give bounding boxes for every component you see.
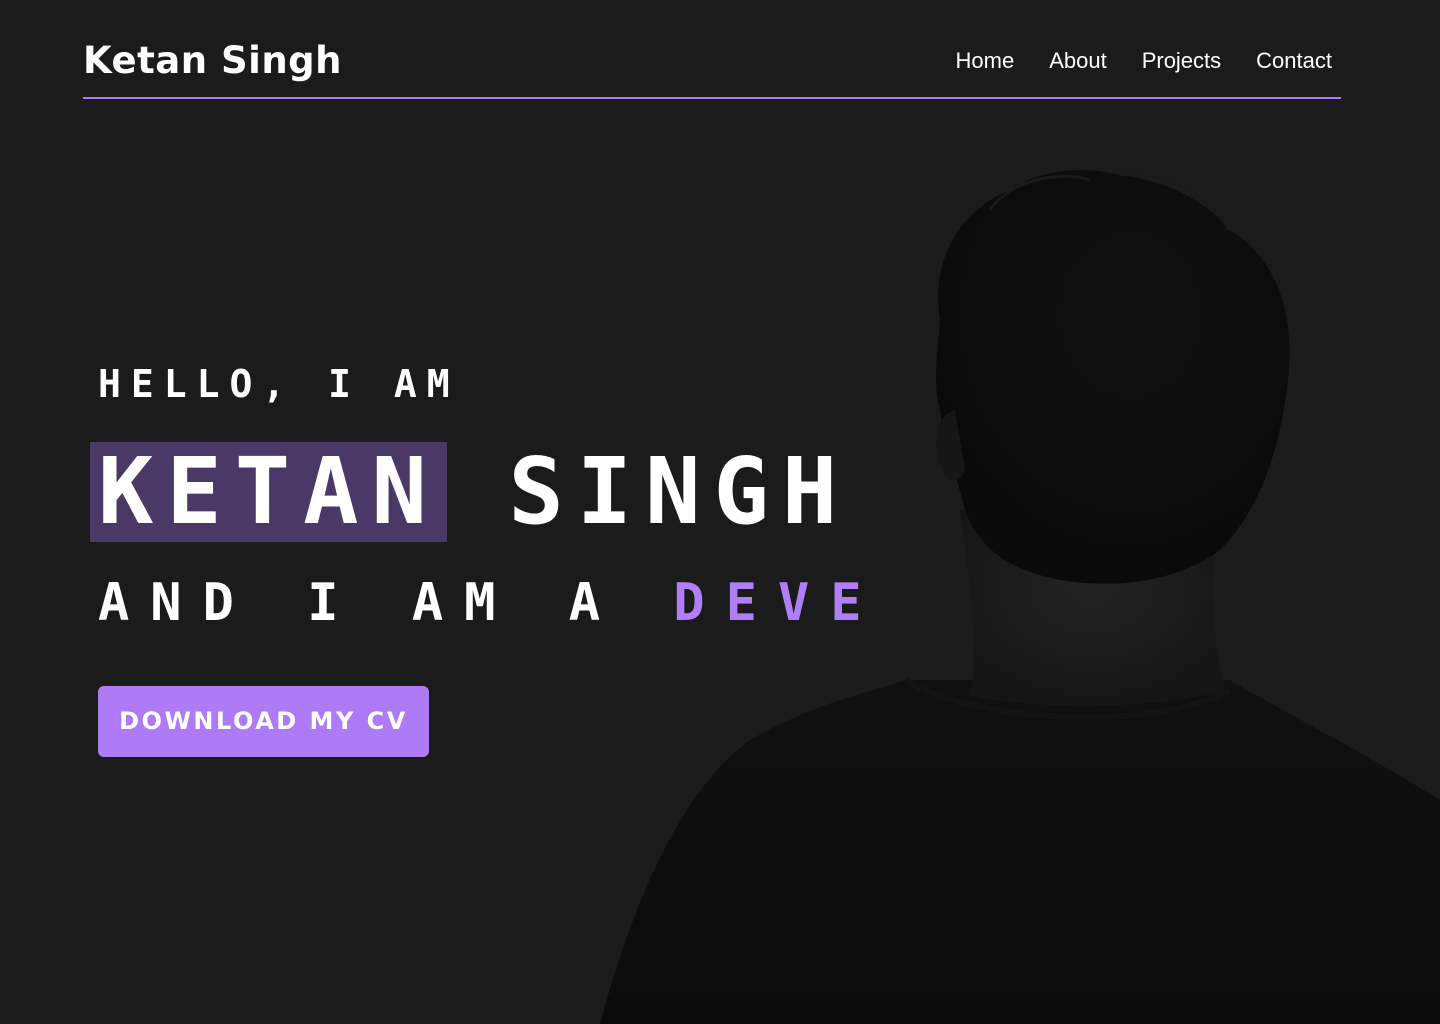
brand-logo[interactable]: Ketan Singh	[83, 38, 342, 84]
role-typed-text: DEVE	[673, 573, 883, 633]
role-prefix: AND I AM A	[98, 573, 674, 633]
name-row: KETAN SINGH	[90, 442, 883, 542]
nav-about[interactable]: About	[1049, 46, 1107, 76]
download-cv-button[interactable]: DOWNLOAD MY CV	[98, 686, 429, 757]
main-nav: Home About Projects Contact	[956, 46, 1333, 76]
hero-name: KETAN SINGH	[98, 438, 851, 545]
site-header: Ketan Singh Home About Projects Contact	[83, 0, 1341, 99]
nav-home[interactable]: Home	[956, 46, 1015, 76]
greeting-text: HELLO, I AM	[98, 362, 460, 406]
nav-projects[interactable]: Projects	[1142, 46, 1221, 76]
page: Ketan Singh Home About Projects Contact …	[0, 0, 1440, 1024]
role-line: AND I AM A DEVE	[98, 576, 883, 630]
nav-contact[interactable]: Contact	[1256, 46, 1332, 76]
hero-section: HELLO, I AM KETAN SINGH AND I AM A DEVE …	[90, 360, 883, 757]
